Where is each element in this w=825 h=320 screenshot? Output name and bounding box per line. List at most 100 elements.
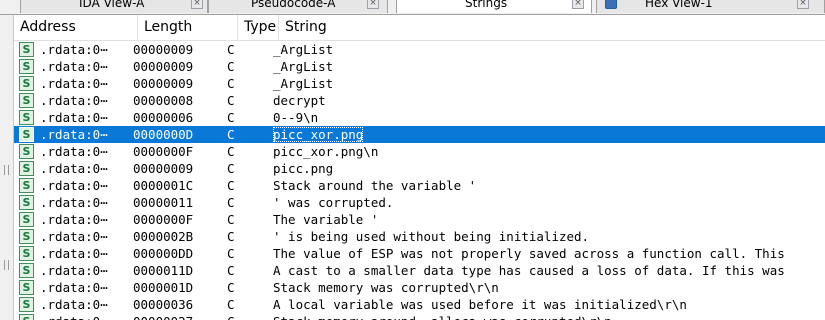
address-cell-text: .rdata:0⋯ xyxy=(40,76,108,91)
length-cell: 000000DD xyxy=(133,245,228,262)
type-cell-text: C xyxy=(227,229,235,244)
address-cell-text: .rdata:0⋯ xyxy=(40,212,108,227)
length-cell: 00000009 xyxy=(133,75,228,92)
address-cell-text: .rdata:0⋯ xyxy=(40,280,108,295)
length-cell-text: 00000011 xyxy=(133,195,194,210)
length-cell-text: 0000011D xyxy=(133,263,194,278)
table-row[interactable]: S .rdata:0⋯ 0000000F C The variable ' xyxy=(14,211,825,228)
type-cell-text: C xyxy=(227,212,235,227)
table-row[interactable]: S .rdata:0⋯ 00000006 C 0--9\n xyxy=(14,109,825,126)
table-row[interactable]: S .rdata:0⋯ 00000009 C _ArgList xyxy=(14,75,825,92)
type-cell-text: C xyxy=(227,93,235,108)
type-cell: C xyxy=(227,177,267,194)
length-cell-text: 00000009 xyxy=(133,59,194,74)
address-cell: .rdata:0⋯ xyxy=(40,75,145,92)
type-cell: C xyxy=(227,143,267,160)
type-cell: C xyxy=(227,75,267,92)
type-cell-text: C xyxy=(227,42,235,57)
table-row[interactable]: S .rdata:0⋯ 0000001D C Stack memory was corr… xyxy=(14,279,825,296)
string-cell: picc_xor.png xyxy=(273,126,825,143)
length-cell: 00000009 xyxy=(133,58,228,75)
table-row[interactable]: S .rdata:0⋯ 0000011D C A cast to a smaller d… xyxy=(14,262,825,279)
type-cell: C xyxy=(227,279,267,296)
type-cell-text: C xyxy=(227,144,235,159)
type-cell-text: C xyxy=(227,263,235,278)
string-type-icon: S xyxy=(19,59,34,74)
address-cell-text: .rdata:0⋯ xyxy=(40,314,108,320)
address-cell-text: .rdata:0⋯ xyxy=(40,144,108,159)
string-cell-text: A cast to a smaller data type has caused… xyxy=(273,263,785,278)
string-cell-text: picc_xor.png xyxy=(273,127,364,142)
string-cell-text: The value of ESP was not properly saved … xyxy=(273,246,785,261)
length-cell: 00000009 xyxy=(133,41,228,58)
string-cell: _ArgList xyxy=(273,58,825,75)
type-cell-text: C xyxy=(227,161,235,176)
string-cell-text: ' was corrupted. xyxy=(273,195,394,210)
table-row[interactable]: S .rdata:0⋯ 0000000F C picc_xor.png\n xyxy=(14,143,825,160)
string-cell-text: 0--9\n xyxy=(273,110,319,125)
table-row[interactable]: S .rdata:0⋯ 00000009 Cpicc.png xyxy=(14,160,825,177)
length-cell-text: 00000027 xyxy=(133,314,193,320)
type-cell: C xyxy=(227,262,267,279)
address-cell: .rdata:0⋯ xyxy=(40,296,145,313)
address-cell-text: .rdata:0⋯ xyxy=(40,246,108,261)
string-cell-text: picc.png xyxy=(273,161,334,176)
type-cell-text: C xyxy=(227,314,235,320)
type-cell-text: C xyxy=(227,110,235,125)
table-row[interactable]: S .rdata:0⋯ 00000009 C _ArgList xyxy=(14,41,825,58)
type-cell: C xyxy=(227,313,267,320)
string-type-icon: S xyxy=(19,246,34,261)
close-icon[interactable]: × xyxy=(572,0,584,9)
tab-strings[interactable]: Strings × xyxy=(396,0,592,13)
type-cell: C xyxy=(227,58,267,75)
string-cell: ' is being used without being initialize… xyxy=(273,228,825,245)
hex-view-icon xyxy=(605,0,617,9)
address-cell: .rdata:0⋯ xyxy=(40,109,145,126)
address-cell-text: .rdata:0⋯ xyxy=(40,229,108,244)
column-header-type[interactable]: Type xyxy=(238,15,279,40)
string-cell: Stack memory around _alloca was corrupte… xyxy=(273,313,825,320)
table-row[interactable]: S .rdata:0⋯ 00000027 C Stack memory around _… xyxy=(14,313,825,320)
length-cell: 0000002B xyxy=(133,228,228,245)
length-cell: 00000008 xyxy=(133,92,228,109)
string-type-icon: S xyxy=(19,42,34,57)
string-cell: _ArgList xyxy=(273,41,825,58)
string-type-icon: S xyxy=(19,263,34,278)
string-type-icon: S xyxy=(19,297,34,312)
table-row[interactable]: S .rdata:0⋯ 00000036 C A local variable was … xyxy=(14,296,825,313)
close-icon[interactable]: × xyxy=(797,0,809,9)
table-row[interactable]: S .rdata:0⋯ 00000008 Cdecrypt xyxy=(14,92,825,109)
string-cell: picc_xor.png\n xyxy=(273,143,825,160)
address-cell: .rdata:0⋯ xyxy=(40,177,145,194)
table-row[interactable]: S .rdata:0⋯ 00000011 C ' was corrupted. xyxy=(14,194,825,211)
grip-icon xyxy=(4,165,9,175)
table-row[interactable]: S .rdata:0⋯ 0000000D Cpicc_xor.png xyxy=(14,126,825,143)
close-icon[interactable]: × xyxy=(367,0,379,9)
address-cell-text: .rdata:0⋯ xyxy=(40,127,108,142)
string-cell: picc.png xyxy=(273,160,825,177)
string-cell: Stack memory was corrupted\r\n xyxy=(273,279,825,296)
tab-hex-view-1[interactable]: Hex View-1 × xyxy=(596,0,825,13)
column-header-length[interactable]: Length xyxy=(138,15,238,40)
address-cell-text: .rdata:0⋯ xyxy=(40,42,108,57)
close-icon[interactable]: × xyxy=(191,0,203,9)
table-row[interactable]: S .rdata:0⋯ 0000001C C Stack around the vari… xyxy=(14,177,825,194)
column-header-string[interactable]: String xyxy=(279,15,825,40)
splitter-gutter[interactable] xyxy=(0,15,14,320)
type-cell: C xyxy=(227,92,267,109)
table-row[interactable]: S .rdata:0⋯ 00000009 C _ArgList xyxy=(14,58,825,75)
string-cell: decrypt xyxy=(273,92,825,109)
address-cell: .rdata:0⋯ xyxy=(40,228,145,245)
table-row[interactable]: S .rdata:0⋯ 000000DD C The value of ESP was … xyxy=(14,245,825,262)
tab-ida-view-a[interactable]: IDA View-A × xyxy=(20,0,208,13)
string-type-icon: S xyxy=(19,127,34,142)
length-cell-text: 00000009 xyxy=(133,76,194,91)
table-row[interactable]: S .rdata:0⋯ 0000002B C ' is being used witho… xyxy=(14,228,825,245)
address-cell: .rdata:0⋯ xyxy=(40,126,145,143)
string-type-icon: S xyxy=(19,144,34,159)
length-cell-text: 00000036 xyxy=(133,297,194,312)
length-cell-text: 0000000F xyxy=(133,212,194,227)
column-header-address[interactable]: Address xyxy=(14,15,138,40)
tab-pseudocode-a[interactable]: Pseudocode-A × xyxy=(208,0,388,13)
string-cell: _ArgList xyxy=(273,75,825,92)
